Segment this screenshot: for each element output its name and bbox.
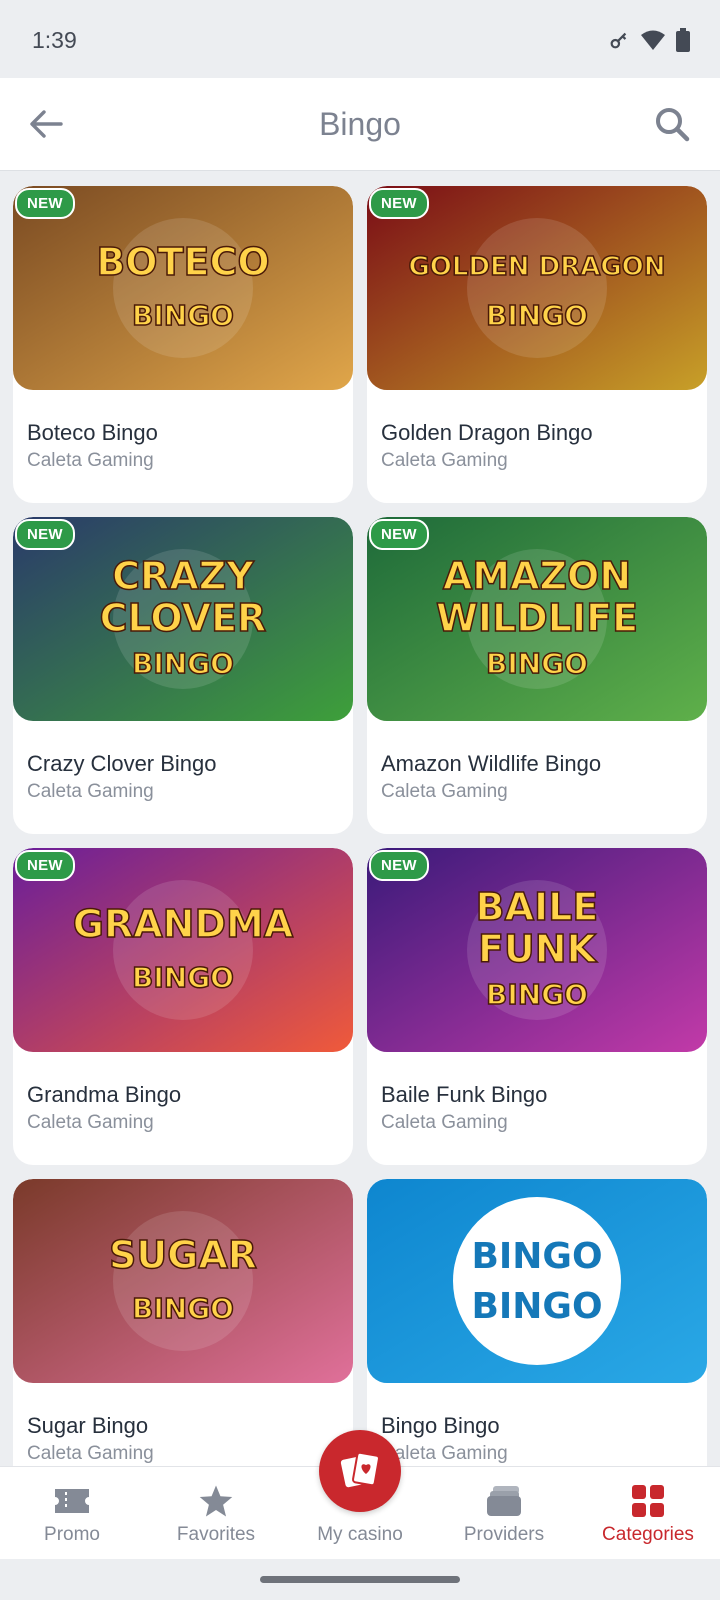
nav-label: Favorites <box>176 1524 256 1545</box>
ticket-icon <box>52 1483 92 1519</box>
game-logo-text: BINGO <box>486 647 588 680</box>
battery-icon <box>676 28 690 57</box>
my-casino-button[interactable] <box>319 1430 401 1512</box>
nav-label: Providers <box>463 1524 545 1545</box>
game-card[interactable]: GOLDEN DRAGON BINGO NEW Golden Dragon Bingo… <box>367 186 707 503</box>
game-card[interactable]: GRANDMA BINGO NEW Grandma Bingo Caleta Gamin… <box>13 848 353 1165</box>
game-logo-text: AMAZON <box>443 554 631 598</box>
game-logo-text: GOLDEN DRAGON <box>408 252 665 282</box>
game-provider: Caleta Gaming <box>381 450 508 471</box>
game-card[interactable]: BOTECO BINGO NEW Boteco Bingo Caleta Gaming <box>13 186 353 503</box>
games-grid: BOTECO BINGO NEW Boteco Bingo Caleta Gaming G… <box>13 186 707 1466</box>
game-card[interactable]: AMAZON WILDLIFE BINGO NEW Amazon Wildlife Bi… <box>367 517 707 834</box>
game-thumbnail: SUGAR BINGO <box>13 1179 353 1383</box>
nav-label: Promo <box>44 1524 100 1545</box>
game-card[interactable]: BAILE FUNK BINGO NEW Baile Funk Bingo Caleta … <box>367 848 707 1165</box>
new-badge: NEW <box>369 850 429 881</box>
game-logo-text: BINGO <box>486 978 588 1011</box>
game-logo-text: SUGAR <box>109 1233 257 1277</box>
game-logo-text: BINGO <box>471 1286 602 1327</box>
game-logo-text: BINGO <box>132 961 234 994</box>
nav-item-providers[interactable]: Providers <box>432 1467 576 1560</box>
game-logo-text: BINGO <box>471 1236 602 1277</box>
game-card[interactable]: SUGAR BINGO Sugar Bingo Caleta Gaming <box>13 1179 353 1466</box>
new-badge: NEW <box>15 519 75 550</box>
star-icon <box>196 1483 236 1519</box>
game-title: Baile Funk Bingo <box>381 1082 548 1107</box>
game-thumbnail: BINGO BINGO <box>367 1179 707 1383</box>
game-title: Golden Dragon Bingo <box>381 420 593 445</box>
nav-label: My casino <box>317 1524 403 1545</box>
game-logo-text: BINGO <box>486 299 588 332</box>
new-badge: NEW <box>15 188 75 219</box>
nav-label: Categories <box>602 1524 694 1545</box>
game-provider: Caleta Gaming <box>381 781 508 802</box>
gesture-bar <box>0 1559 720 1600</box>
search-icon <box>656 108 690 142</box>
new-badge: NEW <box>369 188 429 219</box>
game-logo-text: BAILE <box>476 885 599 929</box>
game-card[interactable]: BINGO BINGO Bingo Bingo Caleta Gaming <box>367 1179 707 1466</box>
status-bar: 1:39 <box>0 0 720 78</box>
game-card[interactable]: CRAZY CLOVER BINGO NEW Crazy Clover Bingo Cal… <box>13 517 353 834</box>
game-title: Sugar Bingo <box>27 1413 149 1438</box>
nav-item-categories[interactable]: Categories <box>576 1467 720 1560</box>
game-provider: Caleta Gaming <box>27 781 154 802</box>
game-provider: Caleta Gaming <box>27 450 154 471</box>
stack-icon <box>484 1483 524 1519</box>
status-time: 1:39 <box>32 27 77 53</box>
page-title: Bingo <box>319 106 401 142</box>
game-logo-text: GRANDMA <box>73 902 294 946</box>
new-badge: NEW <box>15 850 75 881</box>
status-icons <box>608 28 690 57</box>
game-logo-text: BINGO <box>132 647 234 680</box>
game-provider: Caleta Gaming <box>27 1112 154 1133</box>
cards-icon <box>340 1451 380 1488</box>
search-button[interactable] <box>648 100 696 148</box>
game-title: Crazy Clover Bingo <box>27 751 217 776</box>
game-logo-text: WILDLIFE <box>436 596 638 640</box>
game-logo-text: CRAZY <box>112 554 254 598</box>
game-logo-text: FUNK <box>478 927 598 971</box>
home-indicator[interactable] <box>260 1576 460 1583</box>
game-title: Grandma Bingo <box>27 1082 182 1107</box>
game-title: Bingo Bingo <box>381 1413 500 1438</box>
key-icon <box>608 29 630 56</box>
nav-item-promo[interactable]: Promo <box>0 1467 144 1560</box>
game-artwork: BINGO BINGO <box>367 1179 707 1383</box>
game-logo-text: CLOVER <box>100 596 267 640</box>
nav-item-favorites[interactable]: Favorites <box>144 1467 288 1560</box>
app-header: Bingo <box>0 78 720 171</box>
grid-icon <box>628 1483 668 1519</box>
game-title: Amazon Wildlife Bingo <box>381 751 602 776</box>
game-logo-text: BINGO <box>132 1292 234 1325</box>
game-title: Boteco Bingo <box>27 420 158 445</box>
game-logo-text: BOTECO <box>96 240 269 284</box>
game-artwork: SUGAR BINGO <box>13 1179 353 1383</box>
game-provider: Caleta Gaming <box>381 1112 508 1133</box>
game-provider: Caleta Gaming <box>27 1443 154 1464</box>
game-logo-text: BINGO <box>132 299 234 332</box>
new-badge: NEW <box>369 519 429 550</box>
wifi-icon <box>640 29 666 56</box>
